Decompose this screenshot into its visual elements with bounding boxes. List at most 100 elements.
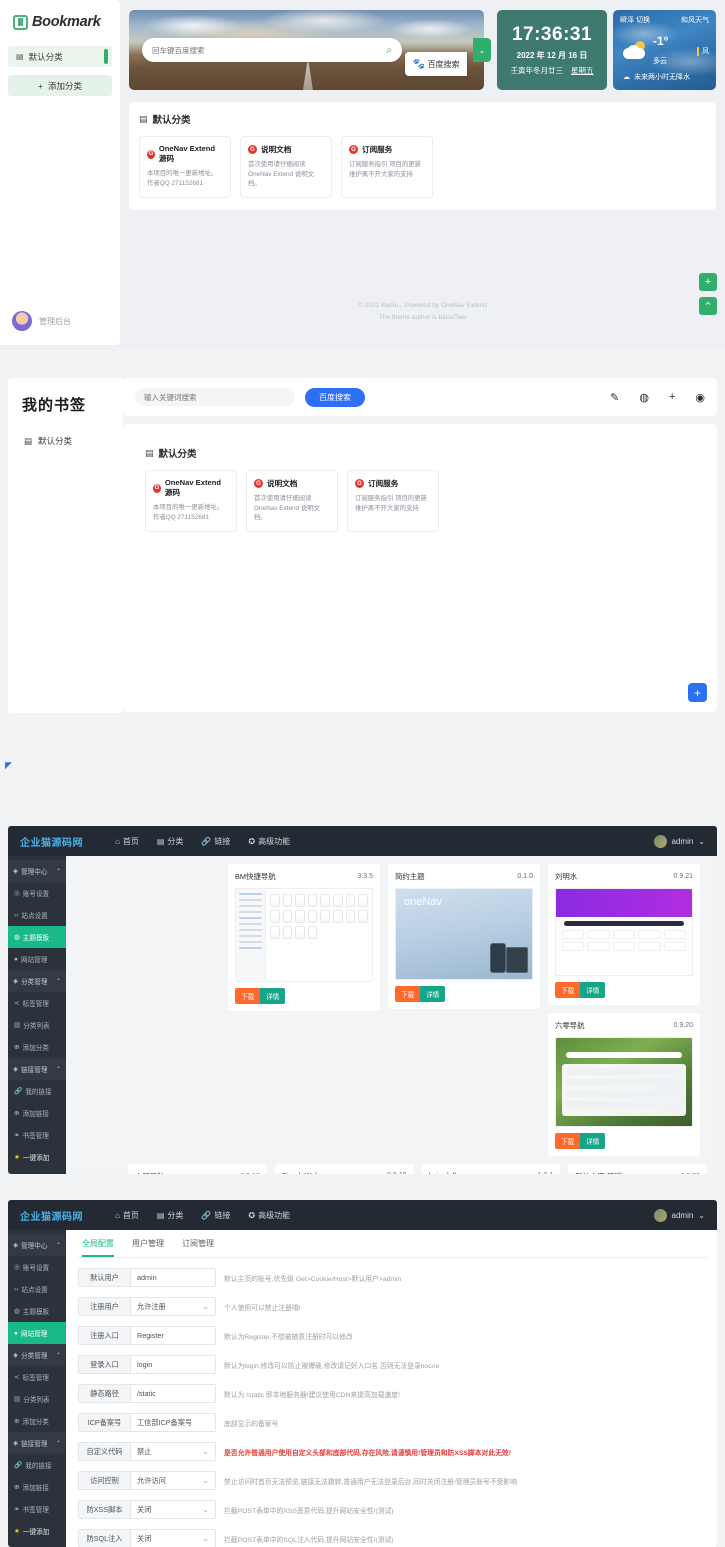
sidebar-item-site-management[interactable]: ● 网站管理 bbox=[8, 948, 66, 970]
sidebar-item-add-category[interactable]: ⊕ 添加分类 bbox=[8, 1036, 66, 1058]
sidebar-item-default-category[interactable]: ▤ 默认分类 bbox=[8, 46, 112, 67]
sidebar-item-site-settings[interactable]: ‹› 站点设置 bbox=[8, 1278, 66, 1300]
details-button[interactable]: 详情 bbox=[580, 1133, 606, 1149]
search-icon[interactable]: ⌕ bbox=[386, 45, 392, 56]
field-label: 访问控制 bbox=[78, 1471, 130, 1490]
add-link-fab[interactable]: + bbox=[688, 683, 707, 702]
sidebar-item-tag-management[interactable]: ≺ 标签管理 bbox=[8, 992, 66, 1014]
add-link-fab[interactable]: + bbox=[699, 273, 717, 291]
login-entry-field[interactable]: login bbox=[130, 1355, 216, 1374]
search-engine-selector[interactable]: 🐾 百度搜索 bbox=[405, 52, 467, 76]
nav-item-category[interactable]: ▤ 分类 bbox=[157, 1210, 184, 1221]
sidebar-group-category[interactable]: ◈ 分类管理 ⌃ bbox=[8, 1344, 66, 1366]
link-card[interactable]: G OneNav Extend 源码 本项目的唯一更新地址。作者QQ 27115… bbox=[139, 136, 231, 198]
sidebar-group-links[interactable]: ◈ 链接管理 ⌃ bbox=[8, 1432, 66, 1454]
onenav-frontend-panel: Bookmark ▤ 默认分类 + 添加分类 管理后台 ⌕ 🐾 bbox=[0, 0, 725, 350]
sidebar-group-label: 分类管理 bbox=[21, 979, 48, 986]
download-button[interactable]: 下载 bbox=[395, 986, 421, 1002]
sidebar-item-theme-template[interactable]: ◍ 主题模板 bbox=[8, 1300, 66, 1322]
sidebar-item-default-category[interactable]: ▤ 默认分类 bbox=[24, 435, 123, 447]
admin-logo[interactable]: 企业猫源码网 bbox=[20, 1208, 83, 1223]
sidebar-group-label: 链接管理 bbox=[21, 1441, 48, 1448]
sidebar-item-account-settings[interactable]: ◎ 账号设置 bbox=[8, 882, 66, 904]
search-button[interactable]: 百度搜索 bbox=[305, 387, 365, 407]
link-title: OneNav Extend 源码 bbox=[164, 478, 221, 497]
nav-item-category[interactable]: ▤ 分类 bbox=[157, 836, 184, 847]
user-icon[interactable]: ◉ bbox=[695, 391, 705, 404]
link-card[interactable]: G 订阅服务 订阅服务指引 项目的更新维护离不开大家的支持 bbox=[341, 136, 433, 198]
nav-item-links[interactable]: 🔗 链接 bbox=[201, 836, 230, 847]
download-button[interactable]: 下载 bbox=[235, 988, 261, 1004]
link-card[interactable]: G 说明文档 首次使用请仔细阅读 OneNav Extend 说明文档。 bbox=[240, 136, 332, 198]
sidebar-item-one-click-add[interactable]: ★ 一键添加 bbox=[8, 1146, 66, 1168]
sidebar-item-add-link[interactable]: ⊕ 添加链接 bbox=[8, 1102, 66, 1124]
tab-user-management[interactable]: 用户管理 bbox=[132, 1238, 164, 1257]
search-bar[interactable]: ⌕ bbox=[142, 38, 402, 62]
register-entry-field[interactable]: Register bbox=[130, 1326, 216, 1345]
search-input[interactable] bbox=[152, 45, 387, 55]
access-control-select[interactable]: 允许访问 bbox=[130, 1471, 216, 1490]
plus-icon[interactable]: + bbox=[669, 391, 675, 403]
engine-dropdown-button[interactable]: ⌄ bbox=[473, 38, 491, 62]
palette-icon: ◍ bbox=[14, 1308, 20, 1315]
search-box[interactable] bbox=[135, 388, 295, 406]
tab-subscription-management[interactable]: 订阅管理 bbox=[182, 1238, 214, 1257]
nav-item-advanced[interactable]: ✪ 高级功能 bbox=[248, 1210, 290, 1221]
sidebar-item-category-list[interactable]: ▤ 分类列表 bbox=[8, 1388, 66, 1410]
sidebar-item-bookmark-management[interactable]: ❧ 书签管理 bbox=[8, 1498, 66, 1520]
sidebar-item-one-click-add[interactable]: ★ 一键添加 bbox=[8, 1520, 66, 1542]
palette-icon[interactable]: ◍ bbox=[639, 391, 649, 404]
custom-code-select[interactable]: 禁止 bbox=[130, 1442, 216, 1461]
details-button[interactable]: 详情 bbox=[420, 986, 446, 1002]
search-input[interactable] bbox=[144, 392, 286, 402]
icp-field[interactable]: 工信部ICP备案号 bbox=[130, 1413, 216, 1432]
sidebar-item-my-links[interactable]: 🔗 我的链接 bbox=[8, 1080, 66, 1102]
nav-item-home[interactable]: ⌂ 首页 bbox=[115, 1210, 139, 1221]
static-path-field[interactable]: /static bbox=[130, 1384, 216, 1403]
download-button[interactable]: 下载 bbox=[555, 982, 581, 998]
sidebar-item-my-links[interactable]: 🔗 我的链接 bbox=[8, 1454, 66, 1476]
sidebar-item-theme-template[interactable]: ◍ 主题模板 bbox=[8, 926, 66, 948]
link-favicon-icon: G bbox=[355, 479, 364, 488]
clock-lunar: 壬寅年冬月廿三 bbox=[510, 66, 564, 75]
sidebar-group-links[interactable]: ◈ 链接管理 ⌃ bbox=[8, 1058, 66, 1080]
category-title-label: 默认分类 bbox=[158, 449, 197, 460]
sidebar-item-site-management[interactable]: ● 网站管理 bbox=[8, 1322, 66, 1344]
tab-global-config[interactable]: 全局配置 bbox=[82, 1238, 114, 1257]
details-button[interactable]: 详情 bbox=[260, 988, 286, 1004]
sidebar-group-management[interactable]: ◈ 管理中心 ⌃ bbox=[8, 1234, 66, 1256]
nav-item-home[interactable]: ⌂ 首页 bbox=[115, 836, 139, 847]
default-user-field[interactable]: admin bbox=[130, 1268, 216, 1287]
link-card[interactable]: G 订阅服务 订阅服务指引 项目的更新维护离不开大家的支持 bbox=[347, 470, 439, 532]
sidebar-group-category[interactable]: ◈ 分类管理 ⌃ bbox=[8, 970, 66, 992]
weather-city[interactable]: 瞬泽 切换 bbox=[620, 15, 650, 25]
sidebar-item-label: 网站管理 bbox=[20, 1331, 48, 1338]
sidebar-item-category-list[interactable]: ▤ 分类列表 bbox=[8, 1014, 66, 1036]
nav-label: 链接 bbox=[214, 836, 231, 846]
user-menu[interactable]: admin ⌄ bbox=[653, 834, 705, 848]
details-button[interactable]: 详情 bbox=[580, 982, 606, 998]
theme-preview-image: oneNav bbox=[395, 888, 533, 980]
user-menu[interactable]: admin ⌄ bbox=[653, 1208, 705, 1222]
anti-sql-select[interactable]: 关闭 bbox=[130, 1529, 216, 1547]
weather-widget[interactable]: 瞬泽 切换 和风天气 -1° 多云 风 ☁ 未来两小时无降水 bbox=[613, 10, 716, 90]
sidebar-item-bookmark-management[interactable]: ❧ 书签管理 bbox=[8, 1124, 66, 1146]
download-button[interactable]: 下载 bbox=[555, 1133, 581, 1149]
admin-entry[interactable]: 管理后台 bbox=[12, 311, 71, 331]
sidebar-item-add-link[interactable]: ⊕ 添加链接 bbox=[8, 1476, 66, 1498]
admin-logo[interactable]: 企业猫源码网 bbox=[20, 834, 83, 849]
back-to-top-fab[interactable]: ⌃ bbox=[699, 297, 717, 315]
register-user-select[interactable]: 允许注册 bbox=[130, 1297, 216, 1316]
anti-xss-select[interactable]: 关闭 bbox=[130, 1500, 216, 1519]
sidebar-item-tag-management[interactable]: ≺ 标签管理 bbox=[8, 1366, 66, 1388]
nav-item-advanced[interactable]: ✪ 高级功能 bbox=[248, 836, 290, 847]
sidebar-item-account-settings[interactable]: ◎ 账号设置 bbox=[8, 1256, 66, 1278]
sidebar-group-management[interactable]: ◈ 管理中心 ⌃ bbox=[8, 860, 66, 882]
add-category-button[interactable]: + 添加分类 bbox=[8, 75, 112, 96]
sidebar-item-site-settings[interactable]: ‹› 站点设置 bbox=[8, 904, 66, 926]
link-card[interactable]: G 说明文档 首次使用请仔细阅读 OneNav Extend 说明文档。 bbox=[246, 470, 338, 532]
nav-item-links[interactable]: 🔗 链接 bbox=[201, 1210, 230, 1221]
link-card[interactable]: G OneNav Extend 源码 本项目的唯一更新地址。作者QQ 27115… bbox=[145, 470, 237, 532]
sidebar-item-add-category[interactable]: ⊕ 添加分类 bbox=[8, 1410, 66, 1432]
pen-icon[interactable]: ✎ bbox=[610, 391, 619, 404]
